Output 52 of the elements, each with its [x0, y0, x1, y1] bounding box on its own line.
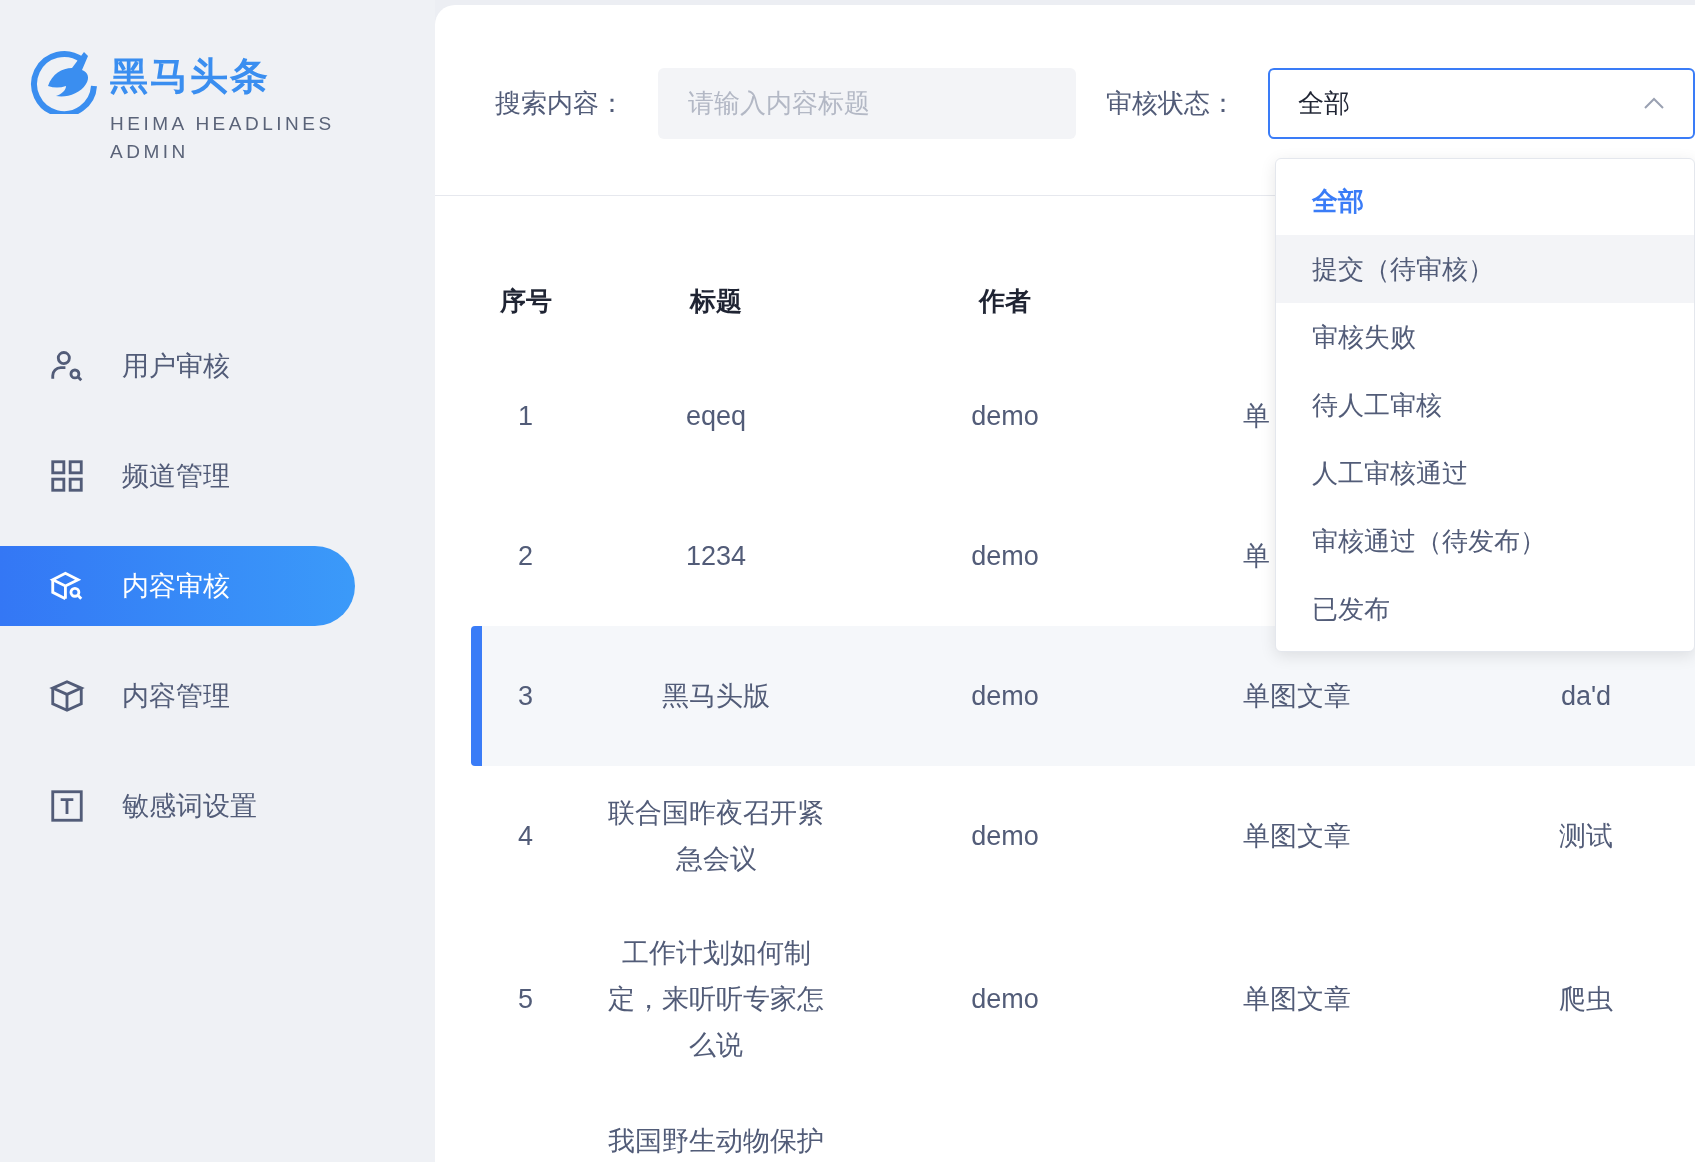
status-label: 审核状态：	[1106, 86, 1238, 120]
table-cell-text: 单图文章	[1243, 680, 1351, 713]
table-cell-text: 测试	[1559, 820, 1613, 853]
table-row[interactable]: 3 黑马头版 demo 单图文章 da'd	[471, 626, 1695, 766]
logo-title: 黑马头条	[110, 54, 271, 98]
sidebar-item[interactable]: 内容管理	[0, 656, 355, 736]
table-row[interactable]: 我国野生动物保护	[471, 1092, 1695, 1156]
table-cell-text: 单	[1243, 540, 1270, 573]
search-field[interactable]: 请输入内容标题	[657, 67, 1077, 139]
column-header: 作者	[977, 284, 1032, 318]
table-cell-text: 爬虫	[1559, 983, 1613, 1016]
table-cell-text: demo	[971, 983, 1039, 1016]
dropdown-option[interactable]: 全部	[1276, 167, 1694, 235]
dropdown-option[interactable]: 审核失败	[1276, 303, 1694, 371]
sidebar-item[interactable]: 敏感词设置	[0, 766, 355, 846]
chevron-up-icon	[1643, 96, 1665, 110]
table-cell: 我国野生动物保护	[608, 1126, 824, 1156]
sidebar-item[interactable]: 用户审核	[0, 326, 355, 406]
column-header: 序号	[498, 284, 553, 318]
table-cell-text: 单	[1243, 400, 1270, 433]
table-row[interactable]: 5 工作计划如何制定，来听听专家怎么说 demo 单图文章 爬虫	[471, 906, 1695, 1092]
table-cell-text: 1234	[685, 540, 747, 573]
sidebar-item[interactable]: 内容审核	[0, 546, 355, 626]
dropdown-option[interactable]: 人工审核通过	[1276, 439, 1694, 507]
dropdown-option[interactable]: 审核通过（待发布）	[1276, 507, 1694, 575]
table-cell-text: 4	[518, 820, 533, 853]
table-cell-text: 3	[518, 680, 533, 713]
table-cell-text: 2	[518, 540, 533, 573]
table-cell-text: 黑马头版	[662, 680, 770, 713]
table-cell-text: eqeq	[685, 400, 747, 433]
dropdown-option[interactable]: 待人工审核	[1276, 371, 1694, 439]
table-row[interactable]: 4 联合国昨夜召开紧急会议 demo 单图文章 测试	[471, 766, 1695, 906]
table-cell-text: demo	[971, 400, 1039, 433]
dropdown-option[interactable]: 提交（待审核）	[1276, 235, 1694, 303]
table-cell-text: 联合国昨夜召开紧急会议	[607, 797, 825, 876]
status-select[interactable]: 全部	[1267, 67, 1695, 139]
table-cell-text: 工作计划如何制定，来听听专家怎么说	[607, 937, 825, 1062]
logo-subtitle: HEIMA HEADLINES ADMIN	[110, 112, 336, 164]
search-label: 搜索内容：	[495, 86, 626, 120]
table-cell-text: 5	[518, 983, 533, 1016]
table-cell-text: demo	[971, 680, 1039, 713]
table-cell-text: 单图文章	[1243, 820, 1351, 853]
text-box-icon	[48, 787, 86, 825]
table-cell-text: 1	[518, 400, 533, 433]
sidebar-item[interactable]: 频道管理	[0, 436, 355, 516]
table-cell-text: demo	[971, 820, 1039, 853]
table-cell-text: 单图文章	[1243, 983, 1351, 1016]
table-cell-text: demo	[971, 540, 1039, 573]
column-header: 标题	[688, 284, 743, 318]
table-cell-text: da'd	[1560, 680, 1612, 713]
grid-icon	[48, 457, 86, 495]
box-icon	[48, 677, 86, 715]
